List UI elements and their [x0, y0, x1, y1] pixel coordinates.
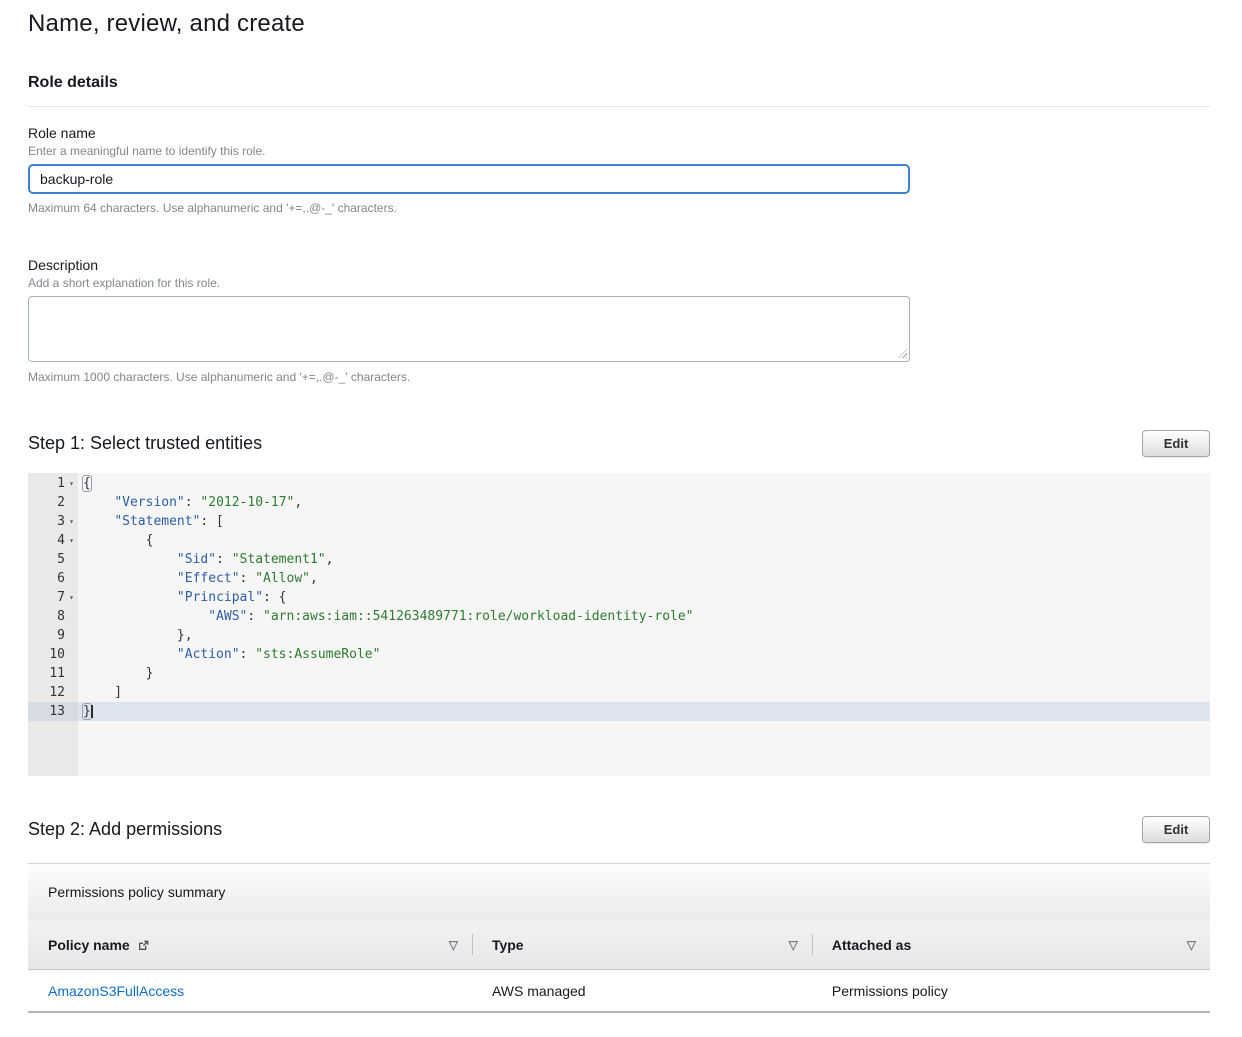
fold-arrow-icon[interactable]: ▾	[65, 512, 78, 531]
code-line[interactable]: "Principal": {	[78, 588, 1210, 607]
gutter-line: 2	[28, 493, 78, 512]
code-line[interactable]: "Sid": "Statement1",	[78, 550, 1210, 569]
gutter-line: 1▾	[28, 474, 78, 493]
column-header-attached-as[interactable]: Attached as ▽	[812, 920, 1210, 969]
line-number: 5	[57, 552, 65, 567]
gutter-line: 6	[28, 569, 78, 588]
line-number: 6	[57, 571, 65, 586]
gutter-line: 8	[28, 607, 78, 626]
sort-dropdown-icon[interactable]: ▽	[449, 938, 458, 952]
gutter-line: 4▾	[28, 531, 78, 550]
line-number: 2	[57, 495, 65, 510]
column-header-policy-name[interactable]: Policy name ▽	[28, 920, 472, 969]
column-label: Policy name	[48, 937, 130, 953]
role-name-hint: Maximum 64 characters. Use alphanumeric …	[28, 201, 1210, 215]
policy-type-cell: AWS managed	[472, 983, 812, 999]
external-link-icon[interactable]	[137, 939, 150, 952]
code-line[interactable]: "Effect": "Allow",	[78, 569, 1210, 588]
code-line[interactable]: },	[78, 626, 1210, 645]
line-number: 11	[49, 666, 65, 681]
line-number: 3	[57, 514, 65, 529]
code-line[interactable]: "Version": "2012-10-17",	[78, 493, 1210, 512]
code-line[interactable]: }	[78, 702, 1210, 721]
description-hint: Maximum 1000 characters. Use alphanumeri…	[28, 370, 1210, 384]
description-field: Description Add a short explanation for …	[28, 257, 1210, 384]
page: Name, review, and create Role details Ro…	[0, 0, 1242, 1013]
role-name-label: Role name	[28, 125, 1210, 141]
line-number: 10	[49, 647, 65, 662]
policy-name-link[interactable]: AmazonS3FullAccess	[48, 983, 184, 999]
section-divider	[28, 106, 1210, 107]
permissions-table-header: Policy name ▽ Type ▽ Attached as ▽	[28, 920, 1210, 970]
role-name-help: Enter a meaningful name to identify this…	[28, 144, 1210, 158]
line-number: 1	[57, 476, 65, 491]
fold-arrow-icon[interactable]: ▾	[65, 474, 78, 493]
line-number: 7	[57, 590, 65, 605]
gutter-line: 7▾	[28, 588, 78, 607]
role-name-input[interactable]	[28, 164, 910, 194]
gutter-line: 5	[28, 550, 78, 569]
permissions-panel: Permissions policy summary Policy name ▽…	[28, 863, 1210, 1013]
gutter-line: 10	[28, 645, 78, 664]
table-row: AmazonS3FullAccess AWS managed Permissio…	[28, 970, 1210, 1013]
column-label: Type	[492, 937, 524, 953]
line-number: 9	[57, 628, 65, 643]
description-help: Add a short explanation for this role.	[28, 276, 1210, 290]
role-details-heading: Role details	[28, 74, 1210, 92]
editor-gutter: 1▾23▾4▾567▾8910111213	[28, 473, 78, 776]
page-title: Name, review, and create	[28, 10, 1210, 38]
permissions-panel-header: Permissions policy summary	[28, 864, 1210, 920]
attached-as-cell: Permissions policy	[812, 983, 1210, 999]
gutter-line: 12	[28, 683, 78, 702]
gutter-line: 13	[28, 702, 78, 721]
step1-edit-button[interactable]: Edit	[1142, 430, 1210, 457]
gutter-line: 3▾	[28, 512, 78, 531]
line-number: 4	[57, 533, 65, 548]
sort-dropdown-icon[interactable]: ▽	[789, 938, 798, 952]
step2-header: Step 2: Add permissions Edit	[28, 816, 1210, 843]
code-line[interactable]: ]	[78, 683, 1210, 702]
fold-arrow-icon[interactable]: ▾	[65, 588, 78, 607]
permissions-panel-title: Permissions policy summary	[48, 884, 225, 900]
code-line[interactable]: "AWS": "arn:aws:iam::541263489771:role/w…	[78, 607, 1210, 626]
line-number: 8	[57, 609, 65, 624]
gutter-line: 11	[28, 664, 78, 683]
code-line[interactable]: "Action": "sts:AssumeRole"	[78, 645, 1210, 664]
code-line[interactable]: {	[78, 531, 1210, 550]
line-number: 13	[49, 704, 65, 719]
role-name-field: Role name Enter a meaningful name to ide…	[28, 125, 1210, 215]
step2-edit-button[interactable]: Edit	[1142, 816, 1210, 843]
policy-editor[interactable]: 1▾23▾4▾567▾8910111213 { "Version": "2012…	[28, 473, 1210, 776]
code-line[interactable]: "Statement": [	[78, 512, 1210, 531]
column-label: Attached as	[832, 937, 911, 953]
step2-heading: Step 2: Add permissions	[28, 819, 222, 840]
step1-heading: Step 1: Select trusted entities	[28, 433, 262, 454]
sort-dropdown-icon[interactable]: ▽	[1187, 938, 1196, 952]
line-number: 12	[49, 685, 65, 700]
description-textarea[interactable]	[28, 296, 910, 362]
gutter-line: 9	[28, 626, 78, 645]
description-label: Description	[28, 257, 1210, 273]
code-line[interactable]: {	[78, 474, 1210, 493]
step1-header: Step 1: Select trusted entities Edit	[28, 430, 1210, 457]
code-line[interactable]: }	[78, 664, 1210, 683]
column-header-type[interactable]: Type ▽	[472, 920, 812, 969]
fold-arrow-icon[interactable]: ▾	[65, 531, 78, 550]
editor-code[interactable]: { "Version": "2012-10-17", "Statement": …	[78, 473, 1210, 776]
